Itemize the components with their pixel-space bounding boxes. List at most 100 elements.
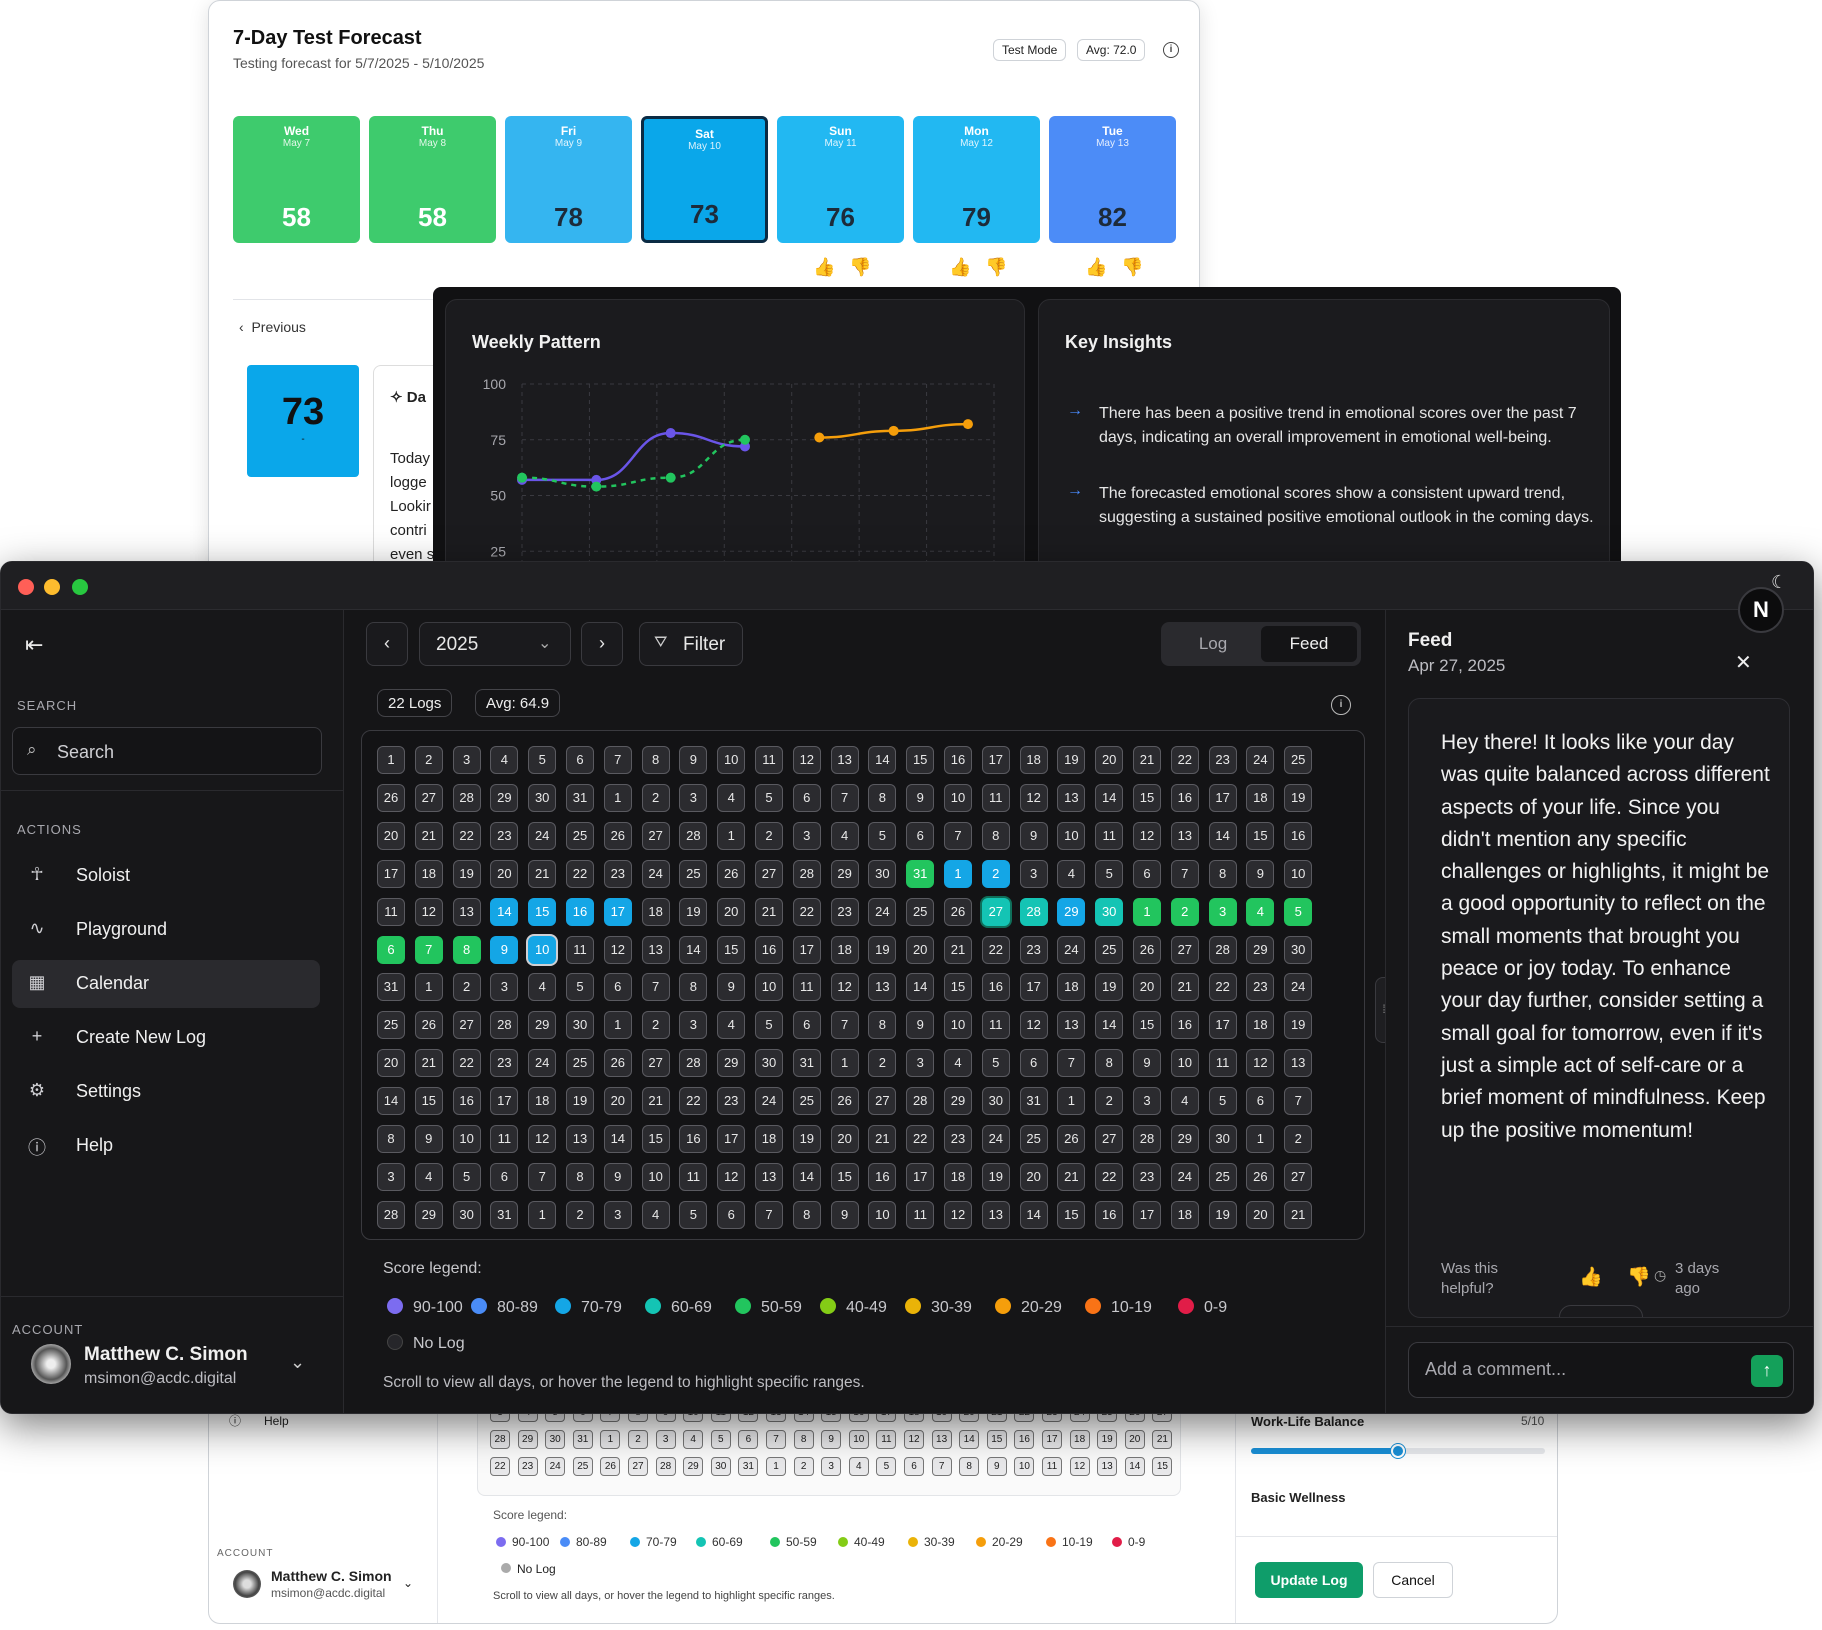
calendar-day-cell[interactable]: 13 [1057, 1011, 1086, 1040]
calendar-day-cell[interactable]: 11 [490, 1125, 519, 1153]
calendar-day-cell[interactable]: 30 [545, 1430, 566, 1449]
calendar-day-cell[interactable]: 22 [1095, 1162, 1124, 1191]
calendar-day-cell[interactable]: 13 [1057, 783, 1086, 812]
calendar-day-cell[interactable]: 28 [679, 1049, 708, 1078]
calendar-day-cell[interactable]: 5 [1208, 1087, 1237, 1116]
calendar-day-cell[interactable]: 27 [641, 1049, 670, 1078]
calendar-day-cell[interactable]: 11 [1095, 821, 1124, 850]
calendar-day-cell[interactable]: 20 [830, 1125, 859, 1153]
calendar-day-cell[interactable]: 26 [1133, 935, 1161, 964]
calendar-day-cell[interactable]: 31 [1019, 1087, 1048, 1116]
calendar-day-cell[interactable]: 10 [1057, 821, 1086, 850]
calendar-day-cell[interactable]: 8 [566, 1162, 594, 1191]
thumbs-up-icon[interactable]: 👍 [1579, 1265, 1603, 1289]
calendar-day-cell[interactable]: 18 [414, 859, 443, 888]
calendar-day-cell[interactable]: 1 [600, 1430, 621, 1449]
calendar-day-cell[interactable]: 10 [944, 1011, 972, 1040]
calendar-day-cell[interactable]: 8 [452, 935, 481, 964]
calendar-day-cell[interactable]: 15 [1152, 1457, 1173, 1476]
calendar-day-cell[interactable]: 19 [981, 1162, 1010, 1191]
calendar-day-cell[interactable]: 7 [830, 1011, 859, 1040]
calendar-day-cell[interactable]: 28 [679, 821, 708, 850]
calendar-day-cell[interactable]: 6 [904, 1457, 924, 1476]
calendar-day-cell[interactable]: 19 [1284, 1011, 1313, 1040]
calendar-day-cell[interactable]: 13 [1170, 821, 1199, 850]
calendar-day-cell[interactable]: 12 [603, 935, 632, 964]
calendar-day-cell[interactable]: 6 [717, 1200, 746, 1229]
thumbs-down-icon[interactable]: 👎 [849, 257, 871, 278]
calendar-day-cell[interactable]: 30 [755, 1049, 783, 1078]
more-button[interactable] [1559, 1305, 1643, 1317]
chevron-down-icon[interactable]: ⌄ [290, 1352, 305, 1373]
calendar-day-cell[interactable]: 10 [452, 1125, 481, 1153]
calendar-day-cell[interactable]: 9 [679, 746, 708, 774]
calendar-day-cell[interactable]: 26 [414, 1011, 443, 1040]
calendar-day-cell[interactable]: 14 [868, 746, 897, 774]
calendar-day-cell[interactable]: 5 [566, 973, 594, 1002]
calendar-day-cell[interactable]: 19 [679, 897, 708, 926]
legend-item[interactable]: 70-79 [555, 1298, 622, 1317]
calendar-day-cell[interactable]: 24 [641, 859, 670, 888]
calendar-day-cell[interactable]: 24 [1284, 973, 1313, 1002]
wlb-slider-handle[interactable] [1391, 1444, 1405, 1458]
send-button[interactable]: ↑ [1751, 1355, 1783, 1387]
calendar-day-cell[interactable]: 21 [1152, 1430, 1173, 1449]
calendar-day-cell[interactable]: 10 [528, 935, 557, 964]
info-icon[interactable]: i [1331, 695, 1351, 715]
legend-item[interactable]: 90-100 [387, 1298, 463, 1317]
calendar-day-cell[interactable]: 11 [1042, 1457, 1062, 1476]
calendar-day-cell[interactable]: 16 [1014, 1430, 1035, 1449]
legend-no-log[interactable]: No Log [387, 1334, 465, 1353]
calendar-day-cell[interactable]: 16 [1095, 1200, 1124, 1229]
calendar-day-cell[interactable]: 15 [528, 897, 557, 926]
legend-item[interactable]: 40-49 [820, 1298, 887, 1317]
calendar-day-cell[interactable]: 19 [1095, 973, 1124, 1002]
calendar-day-cell[interactable]: 21 [1284, 1200, 1313, 1229]
calendar-day-cell[interactable]: 13 [1097, 1457, 1118, 1476]
calendar-day-cell[interactable]: 29 [717, 1049, 746, 1078]
calendar-day-cell[interactable]: 24 [1246, 746, 1275, 774]
calendar-day-cell[interactable]: 18 [528, 1087, 557, 1116]
notion-avatar[interactable]: N [1738, 587, 1784, 633]
calendar-day-cell[interactable]: 5 [679, 1200, 708, 1229]
calendar-day-cell[interactable]: 24 [1057, 935, 1086, 964]
calendar-day-cell[interactable]: 15 [906, 746, 935, 774]
calendar-day-cell[interactable]: 15 [1246, 821, 1275, 850]
calendar-day-cell[interactable]: 24 [981, 1125, 1010, 1153]
calendar-day-cell[interactable]: 10 [1014, 1457, 1035, 1476]
calendar-day-cell[interactable]: 3 [452, 746, 481, 774]
maximize-window-button[interactable] [72, 579, 88, 595]
calendar-day-cell[interactable]: 18 [944, 1162, 972, 1191]
calendar-day-cell[interactable]: 18 [1170, 1200, 1199, 1229]
calendar-day-cell[interactable]: 30 [1284, 935, 1313, 964]
calendar-day-cell[interactable]: 31 [490, 1200, 519, 1229]
calendar-day-cell[interactable]: 1 [603, 783, 632, 812]
calendar-day-cell[interactable]: 13 [1284, 1049, 1313, 1078]
calendar-day-cell[interactable]: 27 [981, 897, 1010, 926]
calendar-day-cell[interactable]: 26 [603, 1049, 632, 1078]
calendar-day-cell[interactable]: 12 [528, 1125, 557, 1153]
nav-item-settings[interactable]: ⚙ Settings [12, 1068, 320, 1116]
calendar-day-cell[interactable]: 18 [1019, 746, 1048, 774]
calendar-day-cell[interactable]: 7 [1284, 1087, 1313, 1116]
calendar-day-cell[interactable]: 16 [452, 1087, 481, 1116]
calendar-day-cell[interactable]: 9 [986, 1457, 1007, 1476]
calendar-day-cell[interactable]: 4 [1057, 859, 1086, 888]
calendar-day-cell[interactable]: 27 [452, 1011, 481, 1040]
calendar-day-cell[interactable]: 15 [414, 1087, 443, 1116]
calendar-day-cell[interactable]: 29 [1246, 935, 1275, 964]
calendar-day-cell[interactable]: 27 [628, 1457, 648, 1476]
calendar-day-cell[interactable]: 2 [628, 1430, 648, 1449]
calendar-day-cell[interactable]: 22 [490, 1457, 510, 1476]
calendar-day-cell[interactable]: 23 [830, 897, 859, 926]
calendar-day-cell[interactable]: 24 [1170, 1162, 1199, 1191]
minimize-window-button[interactable] [44, 579, 60, 595]
calendar-day-cell[interactable]: 8 [377, 1125, 405, 1153]
calendar-day-cell[interactable]: 25 [906, 897, 935, 926]
calendar-day-cell[interactable]: 23 [1208, 746, 1237, 774]
calendar-day-cell[interactable]: 10 [1170, 1049, 1199, 1078]
calendar-day-cell[interactable]: 14 [906, 973, 935, 1002]
calendar-day-cell[interactable]: 16 [981, 973, 1010, 1002]
calendar-day-cell[interactable]: 8 [981, 821, 1010, 850]
calendar-day-cell[interactable]: 2 [641, 783, 670, 812]
